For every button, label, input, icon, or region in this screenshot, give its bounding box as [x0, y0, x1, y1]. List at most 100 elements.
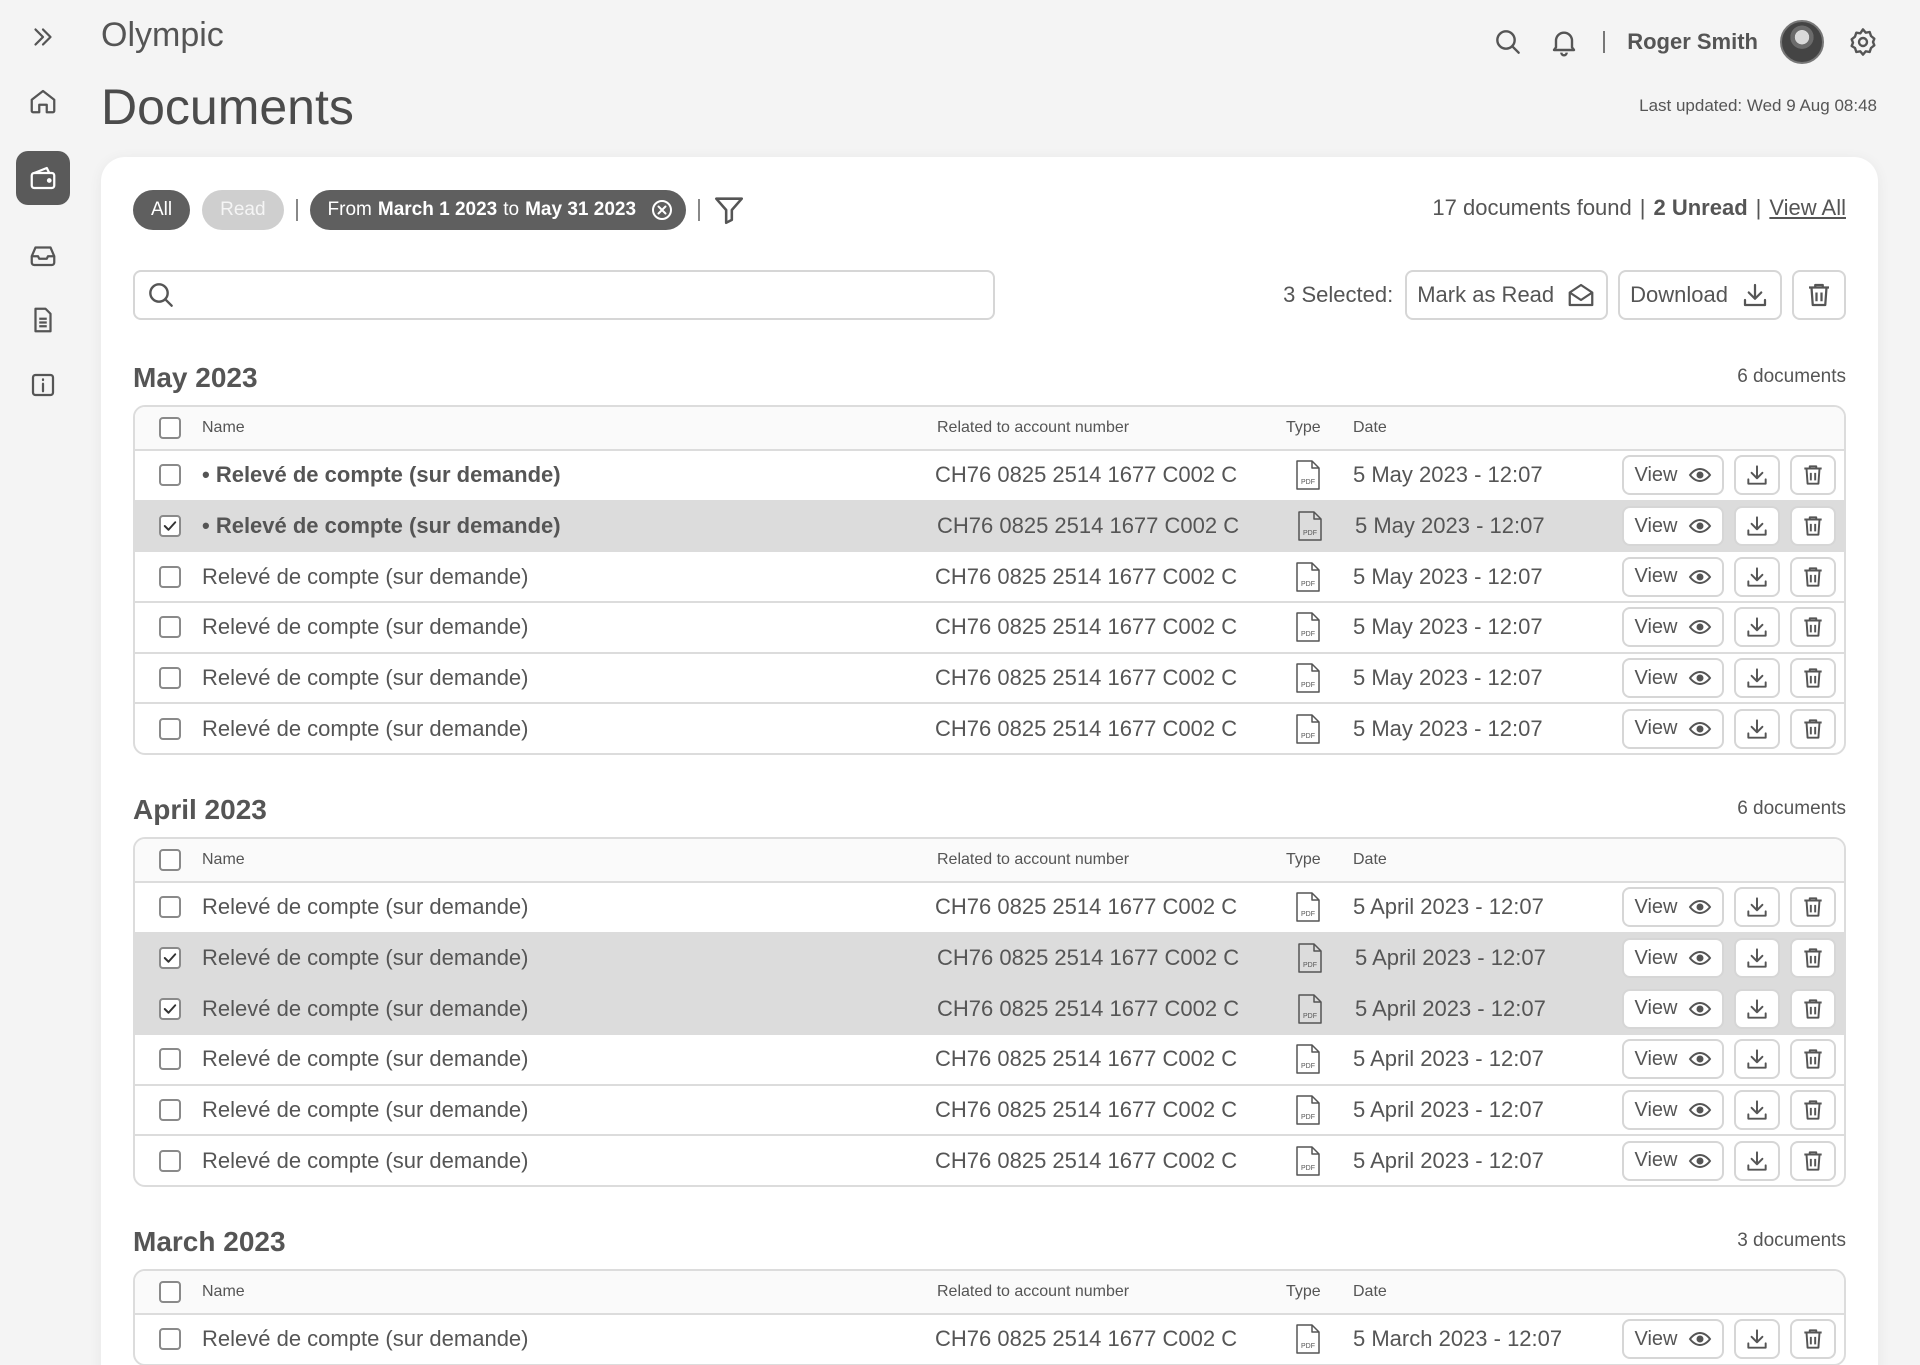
- row-download-button[interactable]: [1734, 506, 1780, 547]
- row-checkbox[interactable]: [159, 997, 181, 1020]
- filter-read-chip[interactable]: Read: [202, 190, 284, 230]
- document-name[interactable]: Relevé de compte (sur demande): [202, 704, 529, 753]
- view-button[interactable]: View: [1622, 556, 1724, 597]
- view-button[interactable]: View: [1622, 938, 1724, 979]
- row-download-button[interactable]: [1734, 938, 1780, 979]
- table-row[interactable]: Relevé de compte (sur demande) CH76 0825…: [135, 1083, 1844, 1135]
- row-checkbox[interactable]: [159, 565, 181, 588]
- row-checkbox[interactable]: [159, 1149, 181, 1172]
- document-name[interactable]: Relevé de compte (sur demande): [202, 1086, 529, 1135]
- row-checkbox[interactable]: [159, 717, 181, 740]
- view-button[interactable]: View: [1622, 708, 1724, 749]
- document-name[interactable]: • Relevé de compte (sur demande): [202, 502, 561, 551]
- header-type[interactable]: Type: [1286, 839, 1346, 881]
- table-row[interactable]: • Relevé de compte (sur demande) CH76 08…: [135, 499, 1844, 551]
- row-download-button[interactable]: [1734, 556, 1780, 597]
- document-name[interactable]: Relevé de compte (sur demande): [202, 1315, 529, 1364]
- delete-button[interactable]: [1792, 270, 1846, 320]
- row-download-button[interactable]: [1734, 887, 1780, 928]
- table-row[interactable]: Relevé de compte (sur demande) CH76 0825…: [135, 702, 1844, 753]
- header-name[interactable]: Name: [202, 407, 245, 449]
- header-account[interactable]: Related to account number: [937, 407, 1129, 449]
- row-delete-button[interactable]: [1790, 1039, 1836, 1080]
- row-delete-button[interactable]: [1790, 506, 1836, 547]
- table-row[interactable]: Relevé de compte (sur demande) CH76 0825…: [135, 881, 1844, 932]
- header-date[interactable]: Date: [1353, 407, 1387, 449]
- view-button[interactable]: View: [1622, 607, 1724, 648]
- search-icon[interactable]: [1491, 25, 1525, 59]
- table-row[interactable]: • Relevé de compte (sur demande) CH76 08…: [135, 449, 1844, 500]
- document-name[interactable]: • Relevé de compte (sur demande): [202, 451, 561, 500]
- view-button[interactable]: View: [1622, 1140, 1724, 1181]
- row-checkbox[interactable]: [159, 1099, 181, 1122]
- view-button[interactable]: View: [1622, 1039, 1724, 1080]
- wallet-icon[interactable]: [16, 151, 70, 205]
- table-row[interactable]: Relevé de compte (sur demande) CH76 0825…: [135, 931, 1844, 983]
- row-download-button[interactable]: [1734, 988, 1780, 1029]
- view-button[interactable]: View: [1622, 887, 1724, 928]
- row-checkbox[interactable]: [159, 947, 181, 970]
- table-row[interactable]: Relevé de compte (sur demande) CH76 0825…: [135, 651, 1844, 703]
- document-name[interactable]: Relevé de compte (sur demande): [202, 603, 529, 652]
- document-name[interactable]: Relevé de compte (sur demande): [202, 984, 529, 1033]
- row-delete-button[interactable]: [1790, 556, 1836, 597]
- row-download-button[interactable]: [1734, 1039, 1780, 1080]
- view-all-link[interactable]: View All: [1769, 195, 1846, 221]
- search-input[interactable]: [187, 275, 993, 315]
- row-delete-button[interactable]: [1790, 1140, 1836, 1181]
- document-name[interactable]: Relevé de compte (sur demande): [202, 1136, 529, 1185]
- table-row[interactable]: Relevé de compte (sur demande) CH76 0825…: [135, 601, 1844, 652]
- row-checkbox[interactable]: [159, 896, 181, 919]
- row-delete-button[interactable]: [1790, 708, 1836, 749]
- row-checkbox[interactable]: [159, 667, 181, 690]
- row-delete-button[interactable]: [1790, 887, 1836, 928]
- table-row[interactable]: Relevé de compte (sur demande) CH76 0825…: [135, 550, 1844, 601]
- close-circle-icon[interactable]: [650, 198, 674, 222]
- date-range-chip[interactable]: From March 1 2023 to May 31 2023: [309, 190, 687, 230]
- info-icon[interactable]: [16, 358, 70, 412]
- view-button[interactable]: View: [1622, 455, 1724, 496]
- chevrons-right-icon[interactable]: [16, 10, 70, 64]
- user-name[interactable]: Roger Smith: [1627, 29, 1758, 55]
- header-name[interactable]: Name: [202, 839, 245, 881]
- view-button[interactable]: View: [1622, 1319, 1724, 1360]
- view-button[interactable]: View: [1622, 658, 1724, 699]
- row-download-button[interactable]: [1734, 658, 1780, 699]
- table-row[interactable]: Relevé de compte (sur demande) CH76 0825…: [135, 1313, 1844, 1364]
- row-delete-button[interactable]: [1790, 1090, 1836, 1131]
- row-delete-button[interactable]: [1790, 988, 1836, 1029]
- header-date[interactable]: Date: [1353, 839, 1387, 881]
- header-date[interactable]: Date: [1353, 1271, 1387, 1313]
- inbox-icon[interactable]: [16, 228, 70, 282]
- document-name[interactable]: Relevé de compte (sur demande): [202, 552, 529, 601]
- row-download-button[interactable]: [1734, 708, 1780, 749]
- row-delete-button[interactable]: [1790, 1319, 1836, 1360]
- row-checkbox[interactable]: [159, 1048, 181, 1071]
- filter-all-chip[interactable]: All: [133, 190, 191, 230]
- bell-icon[interactable]: [1547, 25, 1581, 59]
- row-download-button[interactable]: [1734, 607, 1780, 648]
- row-delete-button[interactable]: [1790, 938, 1836, 979]
- table-row[interactable]: Relevé de compte (sur demande) CH76 0825…: [135, 1134, 1844, 1185]
- select-all-checkbox[interactable]: [159, 417, 181, 439]
- header-name[interactable]: Name: [202, 1271, 245, 1313]
- row-checkbox[interactable]: [159, 1328, 181, 1351]
- select-all-checkbox[interactable]: [159, 849, 181, 871]
- home-icon[interactable]: [16, 74, 70, 128]
- header-account[interactable]: Related to account number: [937, 1271, 1129, 1313]
- document-name[interactable]: Relevé de compte (sur demande): [202, 1035, 529, 1084]
- document-name[interactable]: Relevé de compte (sur demande): [202, 934, 529, 983]
- view-button[interactable]: View: [1622, 988, 1724, 1029]
- row-checkbox[interactable]: [159, 616, 181, 639]
- row-download-button[interactable]: [1734, 455, 1780, 496]
- row-checkbox[interactable]: [159, 464, 181, 487]
- view-button[interactable]: View: [1622, 1090, 1724, 1131]
- download-button[interactable]: Download: [1618, 270, 1782, 320]
- filter-icon[interactable]: [712, 193, 746, 227]
- view-button[interactable]: View: [1622, 506, 1724, 547]
- document-name[interactable]: Relevé de compte (sur demande): [202, 883, 529, 932]
- document-icon[interactable]: [16, 293, 70, 347]
- table-row[interactable]: Relevé de compte (sur demande) CH76 0825…: [135, 1033, 1844, 1084]
- row-download-button[interactable]: [1734, 1140, 1780, 1181]
- mark-as-read-button[interactable]: Mark as Read: [1405, 270, 1609, 320]
